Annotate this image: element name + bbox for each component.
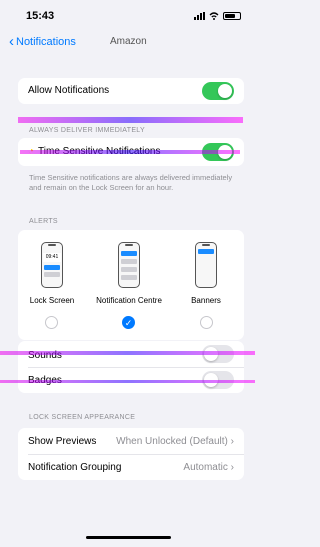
divider [28, 367, 244, 368]
alert-option-notification-centre[interactable]: Notification Centre [89, 296, 169, 305]
chevron-right-icon: › [230, 436, 234, 447]
navigation-bar: ‹ Notifications Amazon [0, 34, 255, 54]
section-header-alerts: ALERTS [29, 218, 58, 225]
banners-radio[interactable] [200, 316, 213, 329]
alert-option-lock-screen[interactable]: Lock Screen [12, 296, 92, 305]
back-label: Notifications [16, 35, 76, 48]
status-icons [194, 12, 241, 20]
glitch-artifact [0, 380, 255, 383]
allow-notifications-label: Allow Notifications [28, 85, 110, 96]
notification-grouping-value[interactable]: Automatic › [183, 462, 234, 473]
show-previews-label: Show Previews [28, 436, 97, 447]
glitch-artifact [20, 150, 240, 154]
banners-preview-icon[interactable] [195, 242, 217, 288]
page-title: Amazon [110, 36, 147, 47]
section-header-lock-screen: LOCK SCREEN APPEARANCE [29, 414, 136, 421]
battery-icon [223, 12, 241, 20]
notification-centre-preview-icon[interactable] [118, 242, 140, 288]
notification-centre-radio[interactable]: ✓ [122, 316, 135, 329]
lock-screen-radio[interactable] [45, 316, 58, 329]
chevron-right-icon: › [230, 462, 234, 473]
lock-screen-time: 09:41 [43, 253, 61, 262]
alert-option-banners[interactable]: Banners [166, 296, 246, 305]
allow-notifications-card: Allow Notifications [18, 78, 244, 104]
checkmark-icon: ✓ [124, 318, 133, 328]
status-time: 15:43 [26, 10, 55, 22]
alerts-card: 09:41 Lock Screen Notification Centre ✓ … [18, 230, 244, 340]
status-bar: 15:43 [0, 0, 255, 32]
notification-grouping-label: Notification Grouping [28, 462, 122, 473]
chevron-left-icon: ‹ [9, 33, 14, 50]
glitch-artifact [0, 351, 255, 355]
lock-screen-card: Show Previews When Unlocked (Default) › … [18, 428, 244, 480]
cellular-signal-icon [194, 12, 205, 20]
section-header-deliver: ALWAYS DELIVER IMMEDIATELY [29, 127, 145, 134]
show-previews-value[interactable]: When Unlocked (Default) › [116, 436, 234, 447]
home-indicator[interactable] [86, 536, 171, 539]
time-sensitive-footnote: Time Sensitive notifications are always … [29, 173, 233, 192]
back-button[interactable]: ‹ Notifications [9, 34, 76, 49]
lock-screen-preview-icon[interactable]: 09:41 [41, 242, 63, 288]
sounds-badges-card: Sounds Badges [18, 341, 244, 393]
glitch-artifact [18, 117, 243, 123]
divider [28, 454, 244, 455]
wifi-icon [209, 12, 219, 20]
allow-notifications-toggle[interactable] [202, 82, 234, 100]
